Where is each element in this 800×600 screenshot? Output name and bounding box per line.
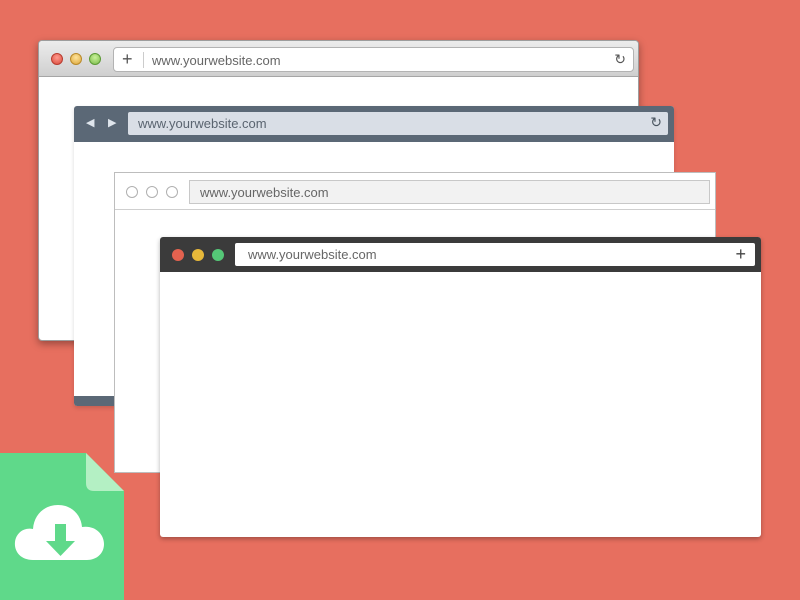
close-button[interactable]: [172, 249, 184, 261]
url-text: www.yourwebsite.com: [138, 116, 267, 131]
title-bar: ◀ ▶ www.yourwebsite.com ↻: [74, 106, 674, 142]
url-text: www.yourwebsite.com: [152, 53, 281, 68]
reload-icon[interactable]: ↻: [650, 114, 662, 131]
maximize-button[interactable]: [166, 186, 178, 198]
minimize-button[interactable]: [192, 249, 204, 261]
close-button[interactable]: [51, 53, 63, 65]
maximize-button[interactable]: [89, 53, 101, 65]
plus-icon[interactable]: +: [122, 49, 133, 69]
plus-icon[interactable]: +: [735, 243, 746, 265]
address-bar[interactable]: + www.yourwebsite.com ↻: [113, 47, 634, 72]
download-file-icon[interactable]: [0, 453, 124, 600]
minimize-button[interactable]: [70, 53, 82, 65]
url-text: www.yourwebsite.com: [200, 185, 329, 200]
title-bar: www.yourwebsite.com: [115, 173, 715, 210]
address-bar[interactable]: www.yourwebsite.com +: [235, 243, 755, 266]
title-bar: www.yourwebsite.com +: [160, 237, 761, 272]
browser-window-dark: www.yourwebsite.com +: [160, 237, 761, 537]
close-button[interactable]: [126, 186, 138, 198]
address-bar[interactable]: www.yourwebsite.com ↻: [128, 112, 668, 135]
reload-icon[interactable]: ↻: [614, 51, 626, 68]
maximize-button[interactable]: [212, 249, 224, 261]
forward-arrow-icon[interactable]: ▶: [108, 116, 116, 129]
back-arrow-icon[interactable]: ◀: [86, 116, 94, 129]
minimize-button[interactable]: [146, 186, 158, 198]
divider: [143, 52, 144, 68]
address-bar[interactable]: www.yourwebsite.com: [189, 180, 710, 204]
title-bar: + www.yourwebsite.com ↻: [39, 41, 638, 77]
url-text: www.yourwebsite.com: [248, 247, 377, 262]
